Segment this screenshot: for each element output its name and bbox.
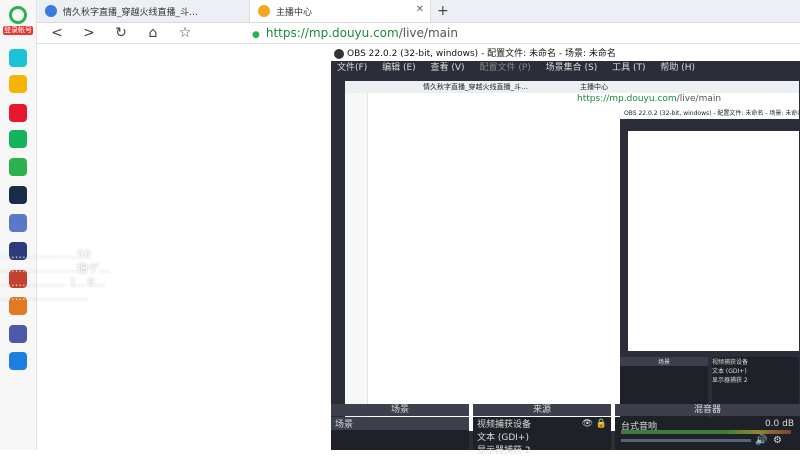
scene-item[interactable]: 场景 bbox=[331, 417, 469, 430]
menu-view[interactable]: 查看 (V) bbox=[431, 63, 465, 73]
tab-favicon-icon bbox=[45, 5, 57, 17]
browser-logo-icon bbox=[9, 6, 27, 24]
reload-button[interactable]: ↻ bbox=[111, 23, 131, 43]
lock-icon: ● bbox=[252, 30, 260, 40]
menu-file[interactable]: 文件(F) bbox=[337, 63, 367, 73]
gear-icon[interactable]: ⚙ bbox=[773, 435, 782, 446]
menu-edit[interactable]: 编辑 (E) bbox=[382, 63, 416, 73]
mixer-panel: 台式音响 0.0 dB 🔊 ⚙ bbox=[615, 417, 800, 450]
recursive-tabbar: 情久秋字直播_穿越火线直播_斗… 主播中心 bbox=[345, 81, 799, 93]
address-bar: < > ↻ ⌂ ☆ ● https://mp.douyu.com/live/mai… bbox=[37, 23, 800, 44]
recursive-url-scheme: https:// bbox=[577, 94, 610, 104]
recursive-obs-title: OBS 22.0.2 (32-bit, windows) - 配置文件: 未命名… bbox=[620, 109, 799, 119]
recursive-scenes-title: 场景 bbox=[620, 357, 708, 366]
recursive-obs-window: OBS 22.0.2 (32-bit, windows) - 配置文件: 未命名… bbox=[620, 109, 799, 431]
mixer-panel-title: 混音器 bbox=[615, 404, 800, 416]
obs-menu-bar: 文件(F) 编辑 (E) 查看 (V) 配置文件 (P) 场景集合 (S) 工具… bbox=[331, 61, 800, 75]
recursive-url-host: mp.douyu.com bbox=[609, 94, 677, 104]
tab-anchor-center[interactable]: 主播中心 ✕ bbox=[249, 0, 431, 22]
game-icon[interactable] bbox=[9, 186, 27, 204]
tab-stream-page[interactable]: 情久秋字直播_穿越火线直播_斗… bbox=[37, 0, 237, 22]
speaker-icon[interactable]: 🔊 bbox=[755, 435, 767, 446]
scenes-panel-title: 场景 bbox=[331, 404, 469, 416]
message-icon[interactable] bbox=[9, 130, 27, 148]
overlay-line: …………………… bbox=[0, 290, 88, 303]
overlay-line: …………………撸ゲ… bbox=[0, 262, 110, 275]
menu-help[interactable]: 帮助 (H) bbox=[660, 63, 695, 73]
doc-icon[interactable] bbox=[9, 214, 27, 232]
menu-scene-collection[interactable]: 场景集合 (S) bbox=[546, 63, 598, 73]
source-item[interactable]: 文本 (GDI+) bbox=[473, 430, 611, 443]
scenes-panel: 场景 bbox=[331, 417, 469, 450]
recursive-preview bbox=[628, 131, 799, 351]
recursive-tab-title: 情久秋字直播_穿越火线直播_斗… bbox=[423, 83, 528, 91]
recursive-url: https://mp.douyu.com/live/main bbox=[577, 94, 721, 104]
recursive-source-item: 文本 (GDI+) bbox=[712, 368, 747, 375]
cross-icon[interactable] bbox=[9, 49, 27, 67]
home-button[interactable]: ⌂ bbox=[143, 23, 163, 43]
url-scheme: https:// bbox=[265, 26, 309, 40]
recursive-url-path: /live/main bbox=[676, 94, 722, 104]
url-path: /live/main bbox=[398, 26, 458, 40]
weibo-icon[interactable] bbox=[9, 104, 27, 122]
obs-logo-icon bbox=[334, 49, 344, 59]
login-label: 登录帐号 bbox=[3, 26, 33, 35]
mixer-level-readout: 0.0 dB bbox=[764, 419, 794, 429]
login-account-button[interactable]: 登录帐号 bbox=[3, 6, 33, 35]
url-host: mp.douyu.com bbox=[308, 26, 399, 40]
obs-titlebar: OBS 22.0.2 (32-bit, windows) - 配置文件: 未命名… bbox=[331, 47, 800, 61]
recursive-source-item: 显示器捕获 2 bbox=[712, 377, 748, 384]
url-field[interactable]: ● https://mp.douyu.com/live/main bbox=[252, 23, 458, 43]
sources-panel: 视频捕获设备 文本 (GDI+) 显示器捕获 2 👁 🔒 bbox=[473, 417, 611, 456]
overlay-line: …………………50 bbox=[0, 248, 91, 261]
obs-title-text: OBS 22.0.2 (32-bit, windows) - 配置文件: 未命名… bbox=[347, 49, 616, 59]
pp-icon[interactable] bbox=[9, 352, 27, 370]
close-tab-icon[interactable]: ✕ bbox=[416, 4, 424, 15]
menu-profile[interactable]: 配置文件 (P) bbox=[479, 63, 530, 73]
recursive-sidebar bbox=[345, 93, 368, 431]
game5-icon[interactable] bbox=[9, 325, 27, 343]
obs-preview: 情久秋字直播_穿越火线直播_斗… 主播中心 https://mp.douyu.c… bbox=[345, 81, 799, 431]
tab-title: 情久秋字直播_穿越火线直播_斗… bbox=[63, 7, 199, 18]
star-icon[interactable] bbox=[9, 75, 27, 93]
recursive-source-item: 视频捕获设备 bbox=[712, 359, 749, 366]
visibility-eye-icon[interactable]: 👁 bbox=[582, 419, 593, 429]
camera-text-overlay: …………………50 …………………撸ゲ… ……………… 1…8… …………………… bbox=[0, 248, 110, 304]
tab-favicon-icon bbox=[258, 5, 270, 17]
sources-panel-title: 来源 bbox=[473, 404, 611, 416]
overlay-line: ……………… 1…8… bbox=[0, 276, 106, 289]
tab-title: 主播中心 bbox=[276, 7, 313, 18]
cloud-icon[interactable] bbox=[9, 158, 27, 176]
obs-window: OBS 22.0.2 (32-bit, windows) - 配置文件: 未命名… bbox=[331, 47, 800, 456]
forward-button[interactable]: > bbox=[79, 23, 99, 43]
volume-slider[interactable] bbox=[621, 439, 751, 442]
bookmark-star-button[interactable]: ☆ bbox=[175, 23, 195, 43]
recursive-tab-title: 主播中心 bbox=[580, 83, 608, 91]
back-button[interactable]: < bbox=[47, 23, 67, 43]
new-tab-button[interactable]: + bbox=[437, 0, 457, 22]
menu-tools[interactable]: 工具 (T) bbox=[612, 63, 645, 73]
mixer-meter bbox=[621, 430, 791, 434]
lock-icon[interactable]: 🔒 bbox=[596, 419, 607, 429]
tab-bar: 情久秋字直播_穿越火线直播_斗… 主播中心 ✕ + bbox=[37, 0, 800, 23]
sidebar: 登录帐号 bbox=[0, 0, 37, 450]
